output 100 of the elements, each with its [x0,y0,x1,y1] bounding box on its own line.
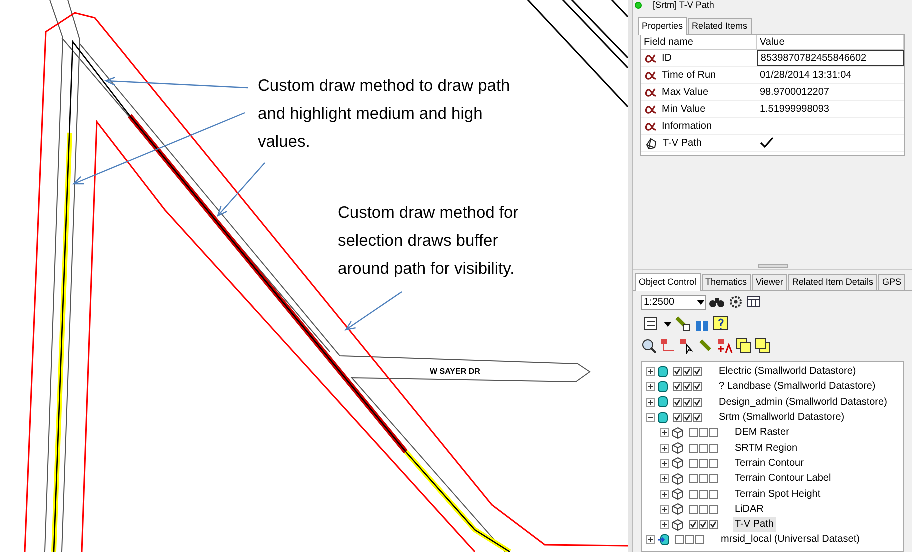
column-header[interactable]: Value [756,35,904,49]
checkbox[interactable] [709,504,718,514]
checkbox[interactable] [699,474,708,484]
expand-toggle[interactable] [660,474,669,484]
expand-toggle[interactable] [646,382,655,392]
checkbox[interactable] [673,367,682,376]
layer-item[interactable]: T-V Path [733,517,776,532]
checkbox[interactable] [673,398,682,407]
checkbox[interactable] [689,520,698,530]
layer-item[interactable]: Terrain Contour Label [733,471,834,486]
checkbox[interactable] [693,367,702,376]
checkbox[interactable] [699,428,708,438]
checkbox[interactable] [695,535,704,544]
checkbox[interactable] [709,474,718,484]
gear-icon[interactable] [728,295,744,309]
field-value[interactable]: 98.9700012207 [760,84,830,100]
alpha-icon [645,54,657,62]
checkbox[interactable] [709,428,718,438]
column-header[interactable]: Field name [641,35,757,49]
layer-item[interactable]: Design_admin (Smallworld Datastore) [717,394,890,410]
checkbox[interactable] [699,490,708,499]
checkbox[interactable] [689,490,698,499]
layer-item[interactable]: Terrain Contour [733,456,806,471]
trace-icon[interactable] [660,338,676,354]
checkbox[interactable] [673,413,682,422]
checkbox[interactable] [683,367,692,376]
expand-toggle[interactable] [660,458,669,468]
caret-icon[interactable] [664,322,672,326]
expand-toggle[interactable] [660,520,669,530]
checkbox[interactable] [673,382,682,392]
checkbox[interactable] [683,382,692,392]
checkbox[interactable] [685,535,694,544]
expand-toggle[interactable] [660,428,669,438]
expand-toggle[interactable] [660,504,669,514]
alpha-icon [645,104,657,114]
tab[interactable]: Related Items [688,18,752,34]
checkbox[interactable] [709,520,718,530]
checkbox[interactable] [689,458,698,468]
layer-item[interactable]: DEM Raster [733,425,792,440]
cube-icon [672,472,684,485]
caret-icon [697,300,705,304]
alpha-icon [645,70,657,80]
tab[interactable]: GPS [878,274,906,290]
field-name: T-V Path [663,136,702,150]
checkbox[interactable] [699,520,708,530]
tab[interactable]: Object Control [635,273,701,291]
magnifier-icon[interactable] [641,338,657,354]
expand-toggle[interactable] [660,444,669,453]
binoculars-icon[interactable] [709,295,725,309]
expand-toggle[interactable] [646,398,655,407]
tab[interactable]: Related Item Details [788,274,878,290]
field-name: ID [662,52,672,66]
tab[interactable]: Properties [638,17,688,35]
checkbox[interactable] [689,474,698,484]
checkbox[interactable] [693,398,702,407]
checkbox[interactable] [709,490,718,499]
collapse-toggle[interactable] [646,413,655,422]
checkbox[interactable] [709,458,718,468]
layer-item[interactable]: mrsid_local (Universal Dataset) [719,532,862,548]
checkbox[interactable] [709,444,718,453]
alpha-icon [645,122,657,130]
splitter-handle[interactable] [758,264,788,268]
list-icon[interactable] [644,317,658,331]
checkbox[interactable] [683,398,692,407]
database-icon [658,366,668,378]
tab[interactable]: Thematics [702,274,752,290]
checkbox[interactable] [693,413,702,422]
field-value[interactable]: 1.51999998093 [760,102,830,116]
cube-icon [672,488,684,500]
checkbox[interactable] [689,444,698,453]
layer-item[interactable]: Terrain Spot Height [733,486,823,502]
road-label: W SAYER DR [430,367,480,376]
field-value[interactable]: 01/28/2014 13:31:04 [760,68,852,82]
layer-item[interactable]: Srtm (Smallworld Datastore) [717,410,847,426]
overlap-icon[interactable] [755,338,771,354]
checkbox[interactable] [683,413,692,422]
tab[interactable]: Viewer [752,274,788,290]
pointer-icon[interactable] [679,338,695,354]
expand-toggle[interactable] [646,367,655,376]
expand-toggle[interactable] [646,535,655,544]
expand-toggle[interactable] [660,490,669,499]
checkbox[interactable] [689,504,698,514]
checkbox[interactable] [689,428,698,438]
add-text-icon[interactable] [717,338,733,354]
table-icon[interactable] [747,296,761,308]
panel-title: [Srtm] T-V Path [653,0,714,10]
layer-item[interactable]: ? Landbase (Smallworld Datastore) [717,379,878,394]
layer-item[interactable]: LiDAR [733,502,766,517]
help-icon[interactable] [713,316,729,332]
database-icon [658,396,668,408]
checkbox[interactable] [699,458,708,468]
checkbox[interactable] [699,504,708,514]
scale-dropdown[interactable]: 1:2500 [641,294,706,310]
overlap-icon[interactable] [736,338,752,354]
checkbox[interactable] [699,444,708,453]
cube-icon [672,426,684,439]
checkbox[interactable] [693,382,702,392]
layer-item[interactable]: SRTM Region [733,440,800,456]
checkbox[interactable] [675,535,684,544]
layer-item[interactable]: Electric (Smallworld Datastore) [717,364,858,380]
